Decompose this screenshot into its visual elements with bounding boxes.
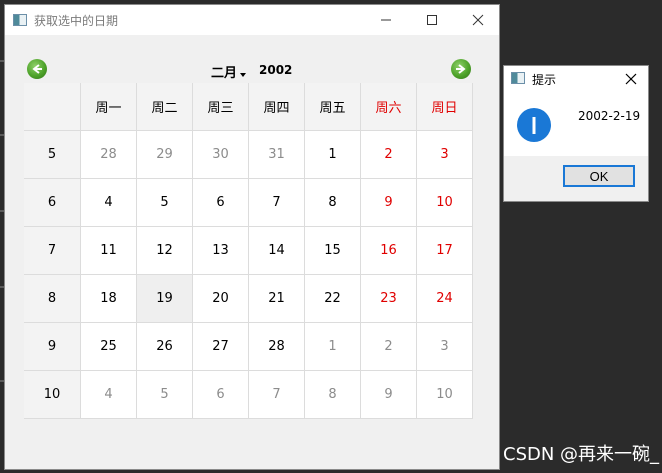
day-cell[interactable]: 19 — [137, 275, 193, 323]
day-cell[interactable]: 21 — [249, 275, 305, 323]
day-cell[interactable]: 23 — [361, 275, 417, 323]
day-cell[interactable]: 6 — [193, 371, 249, 419]
day-cell[interactable]: 10 — [417, 371, 473, 419]
calendar-navigation: 二月 2002 — [23, 57, 475, 83]
arrow-left-icon — [32, 64, 42, 74]
message-box-title: 提示 — [532, 73, 557, 87]
weekday-header: 周日 — [417, 83, 473, 131]
week-number: 9 — [24, 323, 81, 371]
day-cell[interactable]: 17 — [417, 227, 473, 275]
day-cell[interactable]: 8 — [305, 371, 361, 419]
main-window-title: 获取选中的日期 — [34, 14, 119, 28]
close-icon — [472, 14, 484, 26]
next-month-button[interactable] — [451, 59, 471, 79]
day-cell[interactable]: 24 — [417, 275, 473, 323]
weekday-header: 周一 — [81, 83, 137, 131]
week-number: 7 — [24, 227, 81, 275]
day-cell[interactable]: 2 — [361, 323, 417, 371]
weekday-header: 周四 — [249, 83, 305, 131]
day-cell[interactable]: 10 — [417, 179, 473, 227]
day-cell[interactable]: 25 — [81, 323, 137, 371]
calendar-corner — [24, 83, 81, 131]
app-window-icon — [13, 14, 27, 26]
week-number: 6 — [24, 179, 81, 227]
day-cell[interactable]: 22 — [305, 275, 361, 323]
prev-month-button[interactable] — [27, 59, 47, 79]
day-cell[interactable]: 9 — [361, 371, 417, 419]
minimize-icon — [381, 19, 391, 21]
close-icon — [625, 73, 637, 85]
day-cell[interactable]: 18 — [81, 275, 137, 323]
app-window-icon — [511, 72, 525, 84]
day-cell[interactable]: 6 — [193, 179, 249, 227]
month-selector[interactable]: 二月 — [211, 62, 237, 81]
message-close-button[interactable] — [624, 71, 640, 87]
day-cell[interactable]: 3 — [417, 323, 473, 371]
minimize-button[interactable] — [363, 5, 409, 35]
weekday-header: 周三 — [193, 83, 249, 131]
day-cell[interactable]: 5 — [137, 179, 193, 227]
info-icon — [517, 108, 551, 142]
day-cell[interactable]: 16 — [361, 227, 417, 275]
main-window: 获取选中的日期 二月 2002 周一 周二 周三 周四 周五 周六 周日 5 28 29 30 31 — [4, 4, 500, 470]
day-cell[interactable]: 11 — [81, 227, 137, 275]
week-number: 5 — [24, 131, 81, 179]
day-cell[interactable]: 8 — [305, 179, 361, 227]
day-cell[interactable]: 28 — [81, 131, 137, 179]
day-cell[interactable]: 12 — [137, 227, 193, 275]
day-cell[interactable]: 27 — [193, 323, 249, 371]
day-cell[interactable]: 4 — [81, 179, 137, 227]
calendar-grid: 周一 周二 周三 周四 周五 周六 周日 5 28 29 30 31 1 2 3 6 4 5 6 7 8 9 10 7 11 12… — [24, 83, 476, 419]
day-cell[interactable]: 4 — [81, 371, 137, 419]
maximize-icon — [427, 15, 437, 25]
day-cell[interactable]: 30 — [193, 131, 249, 179]
week-number: 10 — [24, 371, 81, 419]
day-cell[interactable]: 26 — [137, 323, 193, 371]
day-cell[interactable]: 7 — [249, 371, 305, 419]
message-text: 2002-2-19 — [578, 109, 641, 123]
close-button[interactable] — [455, 5, 501, 35]
day-cell[interactable]: 9 — [361, 179, 417, 227]
day-cell[interactable]: 20 — [193, 275, 249, 323]
day-cell[interactable]: 7 — [249, 179, 305, 227]
ok-button[interactable]: OK — [563, 165, 635, 187]
watermark: CSDN @再来一碗_ — [503, 444, 660, 465]
day-cell[interactable]: 1 — [305, 323, 361, 371]
day-cell[interactable]: 14 — [249, 227, 305, 275]
day-cell[interactable]: 5 — [137, 371, 193, 419]
weekday-header: 周二 — [137, 83, 193, 131]
message-box: 提示 2002-2-19 OK — [503, 65, 649, 202]
day-cell[interactable]: 28 — [249, 323, 305, 371]
day-cell[interactable]: 1 — [305, 131, 361, 179]
year-selector[interactable]: 2002 — [259, 63, 292, 77]
day-cell[interactable]: 13 — [193, 227, 249, 275]
message-box-titlebar[interactable]: 提示 — [504, 66, 648, 92]
day-cell[interactable]: 29 — [137, 131, 193, 179]
arrow-right-icon — [456, 64, 466, 74]
day-cell[interactable]: 3 — [417, 131, 473, 179]
weekday-header: 周五 — [305, 83, 361, 131]
maximize-button[interactable] — [409, 5, 455, 35]
weekday-header: 周六 — [361, 83, 417, 131]
day-cell[interactable]: 31 — [249, 131, 305, 179]
chevron-down-icon — [240, 73, 246, 77]
day-cell[interactable]: 15 — [305, 227, 361, 275]
main-titlebar[interactable]: 获取选中的日期 — [5, 5, 499, 35]
message-box-body: 2002-2-19 — [504, 92, 648, 156]
day-cell[interactable]: 2 — [361, 131, 417, 179]
week-number: 8 — [24, 275, 81, 323]
